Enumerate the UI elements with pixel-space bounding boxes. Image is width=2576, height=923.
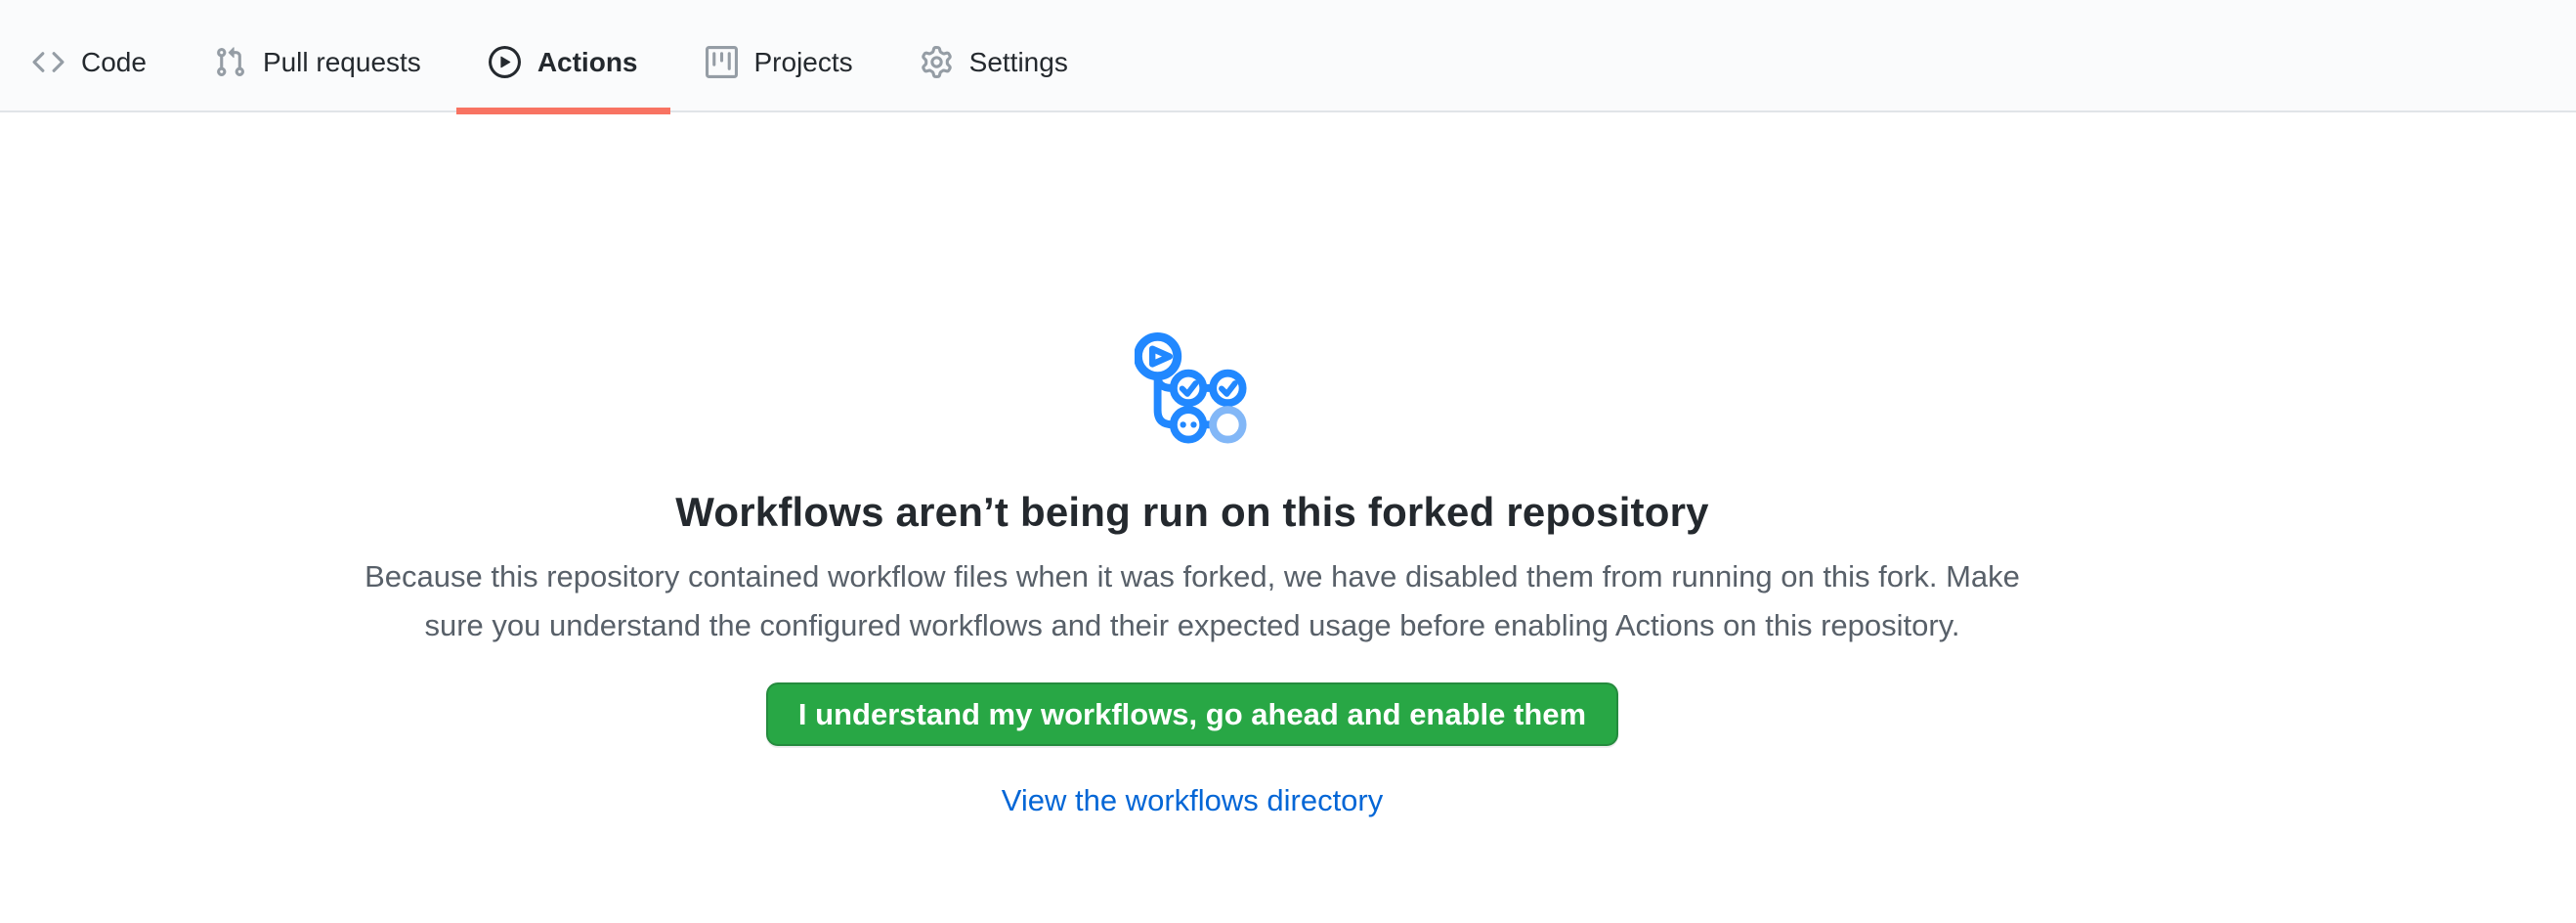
tab-label: Actions <box>537 49 638 76</box>
tab-label: Settings <box>969 49 1068 76</box>
tab-label: Code <box>81 49 147 76</box>
repo-header: Code Pull requests Actions Projects Sett… <box>0 0 2576 112</box>
repo-nav: Code Pull requests Actions Projects Sett… <box>0 0 2384 110</box>
workflow-icon <box>1135 330 1250 445</box>
play-icon <box>489 46 521 78</box>
description-text: Because this repository contained workfl… <box>0 552 2384 650</box>
tab-code[interactable]: Code <box>0 0 179 110</box>
tab-projects[interactable]: Projects <box>673 0 885 110</box>
page-title: Workflows aren’t being run on this forke… <box>0 486 2384 539</box>
gear-icon <box>921 46 953 78</box>
tab-actions[interactable]: Actions <box>456 0 670 110</box>
actions-disabled-blankslate: Workflows aren’t being run on this forke… <box>0 112 2384 820</box>
tab-pull-requests[interactable]: Pull requests <box>182 0 453 110</box>
view-workflows-directory-link[interactable]: View the workflows directory <box>1002 781 1384 820</box>
code-icon <box>32 46 64 78</box>
tab-label: Projects <box>754 49 853 76</box>
git-pull-request-icon <box>214 46 246 78</box>
enable-workflows-button[interactable]: I understand my workflows, go ahead and … <box>766 682 1618 746</box>
tab-settings[interactable]: Settings <box>888 0 1100 110</box>
tab-label: Pull requests <box>263 49 421 76</box>
project-icon <box>706 46 738 78</box>
